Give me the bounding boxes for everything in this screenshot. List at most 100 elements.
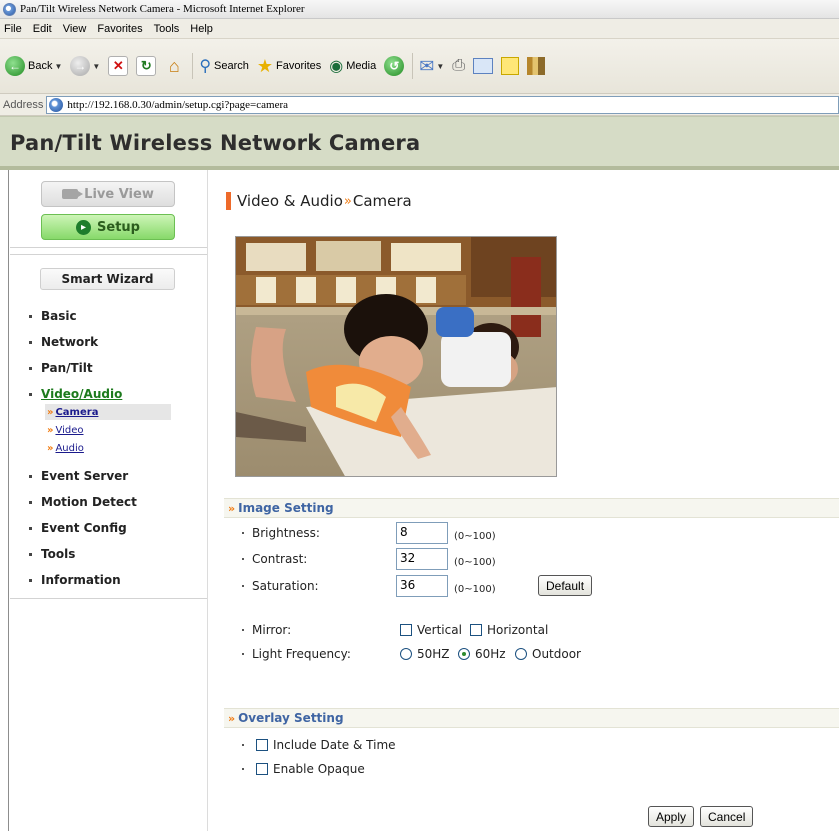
- menu-file[interactable]: File: [4, 23, 22, 35]
- sidebar-item-event-server[interactable]: Event Server: [29, 469, 128, 483]
- saturation-input[interactable]: 36: [396, 575, 448, 597]
- live-view-button[interactable]: Live View: [41, 181, 175, 207]
- bullet-icon: [29, 392, 32, 396]
- apply-button[interactable]: Apply: [648, 806, 695, 827]
- media-label: Media: [346, 60, 377, 72]
- address-input[interactable]: http://192.168.0.30/admin/setup.cgi?page…: [46, 95, 839, 114]
- refresh-button[interactable]: ↻: [136, 56, 157, 76]
- field-label: Saturation:: [252, 579, 319, 593]
- home-button[interactable]: ⌂: [164, 56, 184, 76]
- stop-button[interactable]: ✕: [108, 56, 129, 76]
- menu-view[interactable]: View: [63, 23, 87, 35]
- edit-button[interactable]: [473, 58, 494, 74]
- sidebar-subitem-label: Camera: [55, 406, 99, 418]
- setup-button[interactable]: ▸ Setup: [41, 214, 175, 240]
- include-date-time-option[interactable]: Include Date & Time: [242, 738, 396, 752]
- books-icon: [527, 57, 546, 75]
- history-button[interactable]: ↺: [384, 56, 405, 76]
- 60hz-radio[interactable]: [458, 648, 470, 660]
- camera-icon: [62, 189, 84, 199]
- vertical-checkbox[interactable]: [400, 624, 412, 636]
- menu-bar: File Edit View Favorites Tools Help: [0, 19, 839, 39]
- bullet-icon: [29, 340, 32, 344]
- sidebar-item-information[interactable]: Information: [29, 573, 121, 587]
- sidebar-item-label: Network: [41, 335, 99, 349]
- double-chevron-icon: »: [47, 442, 54, 454]
- toolbar-divider: [192, 53, 194, 79]
- bullet-icon: [29, 314, 32, 318]
- mirror-vertical-option[interactable]: Vertical: [400, 623, 462, 637]
- sidebar-subitem-audio[interactable]: » Audio: [45, 440, 171, 456]
- light-frequency-outdoor-option[interactable]: Outdoor: [515, 647, 581, 661]
- sidebar-subitem-camera[interactable]: » Camera: [45, 404, 171, 420]
- sidebar-subitem-label: Video: [55, 424, 84, 436]
- star-icon: ★: [256, 55, 274, 76]
- brightness-input[interactable]: 8: [396, 522, 448, 544]
- dropdown-icon: ▼: [54, 61, 63, 71]
- menu-help[interactable]: Help: [190, 23, 213, 35]
- 50hz-radio[interactable]: [400, 648, 412, 660]
- breadcrumb: Video & Audio » Camera: [226, 192, 412, 210]
- ie-logo-icon: [3, 2, 16, 16]
- refresh-icon: ↻: [136, 56, 157, 76]
- contrast-input[interactable]: 32: [396, 548, 448, 570]
- menu-favorites[interactable]: Favorites: [97, 23, 142, 35]
- sidebar-item-basic[interactable]: Basic: [29, 309, 77, 323]
- double-chevron-icon: »: [47, 424, 54, 436]
- contrast-label: Contrast:: [242, 552, 307, 566]
- enable-opaque-option[interactable]: Enable Opaque: [242, 762, 365, 776]
- print-button[interactable]: ⎙: [452, 57, 465, 75]
- sidebar-item-label: Basic: [41, 309, 77, 323]
- sidebar-item-video-audio[interactable]: Video/Audio: [29, 387, 122, 401]
- menu-tools[interactable]: Tools: [154, 23, 180, 35]
- camera-preview-image: [235, 236, 557, 477]
- mirror-horizontal-option[interactable]: Horizontal: [470, 623, 548, 637]
- search-button[interactable]: ⚲ Search: [199, 56, 249, 76]
- breadcrumb-page: Camera: [352, 192, 412, 210]
- smart-wizard-button[interactable]: Smart Wizard: [40, 268, 175, 290]
- window-frame: [0, 170, 9, 831]
- double-chevron-icon: »: [228, 711, 236, 725]
- bullet-icon: [242, 585, 244, 587]
- sidebar-item-label: Event Config: [41, 521, 127, 535]
- bullet-icon: [242, 532, 244, 534]
- sidebar-item-event-config[interactable]: Event Config: [29, 521, 127, 535]
- mail-button[interactable]: ✉ ▼: [419, 56, 444, 77]
- option-label: Include Date & Time: [273, 738, 396, 752]
- sidebar-item-tools[interactable]: Tools: [29, 547, 75, 561]
- default-button[interactable]: Default: [538, 575, 593, 596]
- menu-edit[interactable]: Edit: [33, 23, 52, 35]
- discuss-button[interactable]: [501, 57, 520, 75]
- address-label: Address: [3, 98, 44, 111]
- outdoor-radio[interactable]: [515, 648, 527, 660]
- sidebar-item-network[interactable]: Network: [29, 335, 98, 349]
- media-button[interactable]: ◉ Media: [329, 56, 376, 76]
- home-icon: ⌂: [168, 55, 180, 76]
- enable-opaque-checkbox[interactable]: [256, 763, 268, 775]
- back-button[interactable]: ← Back ▼: [5, 56, 62, 76]
- light-frequency-50hz-option[interactable]: 50HZ: [400, 647, 450, 661]
- window-titlebar: Pan/Tilt Wireless Network Camera - Micro…: [0, 0, 839, 19]
- toolbar-divider: [412, 53, 414, 79]
- cancel-button[interactable]: Cancel: [700, 806, 754, 827]
- bullet-icon: [29, 366, 32, 370]
- horizontal-checkbox[interactable]: [470, 624, 482, 636]
- media-icon: ◉: [329, 58, 344, 75]
- favorites-button[interactable]: ★ Favorites: [257, 56, 321, 77]
- accent-bar: [226, 192, 231, 210]
- dropdown-icon: ▼: [436, 61, 445, 71]
- search-icon: ⚲: [199, 58, 212, 75]
- light-frequency-60hz-option[interactable]: 60Hz: [458, 647, 506, 661]
- sidebar-item-pan-tilt[interactable]: Pan/Tilt: [29, 361, 93, 375]
- bullet-icon: [242, 629, 244, 631]
- printer-icon: ⎙: [452, 57, 466, 74]
- sidebar-item-label: Video/Audio: [41, 387, 123, 401]
- sidebar-subitem-video[interactable]: » Video: [45, 422, 171, 438]
- bullet-icon: [29, 474, 32, 478]
- research-button[interactable]: [527, 57, 546, 75]
- forward-button[interactable]: → ▼: [70, 56, 100, 76]
- sidebar-item-motion-detect[interactable]: Motion Detect: [29, 495, 137, 509]
- field-label: Light Frequency:: [252, 647, 351, 661]
- field-label: Brightness:: [252, 526, 320, 540]
- include-date-time-checkbox[interactable]: [256, 739, 268, 751]
